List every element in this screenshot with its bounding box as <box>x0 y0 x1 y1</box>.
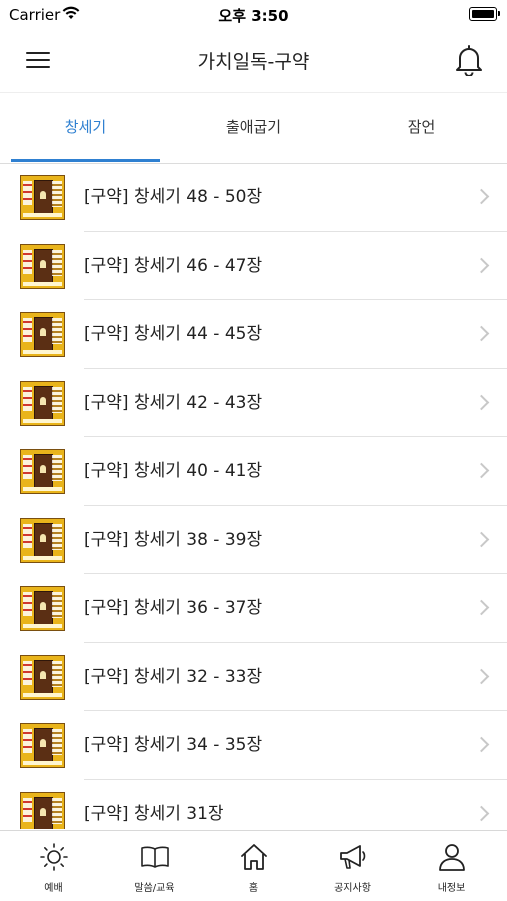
tab-proverbs[interactable]: 잠언 <box>347 93 496 163</box>
episode-thumbnail <box>20 791 65 829</box>
tabbar-item-home[interactable]: 홈 <box>203 831 304 901</box>
tabbar-label: 공지사항 <box>334 883 371 894</box>
list-item-title: [구약] 창세기 34 - 35장 <box>84 735 263 755</box>
list-item[interactable]: [구약] 창세기 40 - 41장 <box>0 437 507 506</box>
episode-list[interactable]: [구약] 창세기 48 - 50장 [구약] 창세기 46 - 47장 [구약] 창… <box>0 163 507 829</box>
list-item-title: [구약] 창세기 38 - 39장 <box>84 529 263 550</box>
clock: 오후 3:50 <box>218 7 289 25</box>
list-item-title: [구약] 창세기 46 - 47장 <box>84 255 263 276</box>
book-icon <box>141 846 169 868</box>
list-item[interactable]: [구약] 창세기 46 - 47장 <box>0 232 507 301</box>
tabbar-label: 홈 <box>248 883 259 894</box>
list-item[interactable]: [구약] 창세기 42 - 43장 <box>0 369 507 438</box>
list-item-title: [구약] 창세기 48 - 50장 <box>84 187 263 207</box>
page-title: 가치일독-구약 <box>197 51 310 73</box>
chevron-right-icon <box>473 805 490 821</box>
chevron-right-icon <box>473 736 490 753</box>
home-icon <box>241 844 267 870</box>
chevron-right-icon <box>473 325 490 342</box>
list-item-title: [구약] 창세기 42 - 43장 <box>84 392 263 413</box>
chevron-right-icon <box>473 257 490 273</box>
battery-icon <box>469 7 500 21</box>
user-icon <box>439 844 465 871</box>
tabbar-item-notices[interactable]: 공지사항 <box>302 831 403 901</box>
tabbar-item-my-info[interactable]: 내정보 <box>401 831 502 901</box>
episode-thumbnail <box>20 175 65 220</box>
episode-thumbnail <box>20 723 65 768</box>
chevron-right-icon <box>473 394 490 410</box>
bell-icon[interactable] <box>454 44 484 76</box>
episode-thumbnail <box>20 243 65 289</box>
chevron-right-icon <box>473 531 490 547</box>
episode-thumbnail <box>20 312 65 357</box>
tab-genesis[interactable]: 창세기 <box>11 93 160 163</box>
episode-thumbnail <box>20 586 65 631</box>
list-item[interactable]: [구약] 창세기 48 - 50장 <box>0 163 507 232</box>
list-item-title: [구약] 창세기 36 - 37장 <box>84 598 263 618</box>
chevron-right-icon <box>473 462 490 479</box>
list-item-title: [구약] 창세기 31장 <box>84 803 224 824</box>
tabbar-label: 내정보 <box>437 883 466 894</box>
list-item[interactable]: [구약] 창세기 38 - 39장 <box>0 506 507 575</box>
list-item[interactable]: [구약] 창세기 32 - 33장 <box>0 643 507 712</box>
list-item[interactable]: [구약] 창세기 36 - 37장 <box>0 574 507 643</box>
tabbar-label: 예배 <box>44 883 63 894</box>
bottom-tab-bar: 예배 말씀/교육 홈 공지사항 내정보 <box>0 830 507 901</box>
episode-thumbnail <box>20 517 65 563</box>
list-item[interactable]: [구약] 창세기 31장 <box>0 780 507 829</box>
chevron-right-icon <box>473 668 490 684</box>
list-item-title: [구약] 창세기 44 - 45장 <box>84 324 263 344</box>
tabbar-label: 말씀/교육 <box>134 883 175 894</box>
tabbar-item-word-education[interactable]: 말씀/교육 <box>104 831 205 901</box>
list-item[interactable]: [구약] 창세기 44 - 45장 <box>0 300 507 369</box>
chevron-right-icon <box>473 599 490 616</box>
episode-thumbnail <box>20 380 65 426</box>
episode-thumbnail <box>20 449 65 494</box>
active-tab-indicator <box>11 159 160 162</box>
sun-icon <box>40 843 68 871</box>
navigation-bar: 가치일독-구약 <box>0 30 507 92</box>
tabbar-item-worship[interactable]: 예배 <box>3 831 104 901</box>
status-bar: Carrier 오후 3:50 <box>0 0 507 30</box>
megaphone-icon <box>340 845 366 869</box>
chevron-right-icon <box>473 188 490 205</box>
episode-thumbnail <box>20 654 65 700</box>
tab-exodus[interactable]: 출애굽기 <box>179 93 328 163</box>
list-item[interactable]: [구약] 창세기 34 - 35장 <box>0 711 507 780</box>
list-item-title: [구약] 창세기 40 - 41장 <box>84 461 263 481</box>
category-tabs: 창세기 출애굽기 잠언 <box>0 92 507 164</box>
list-item-title: [구약] 창세기 32 - 33장 <box>84 666 263 687</box>
